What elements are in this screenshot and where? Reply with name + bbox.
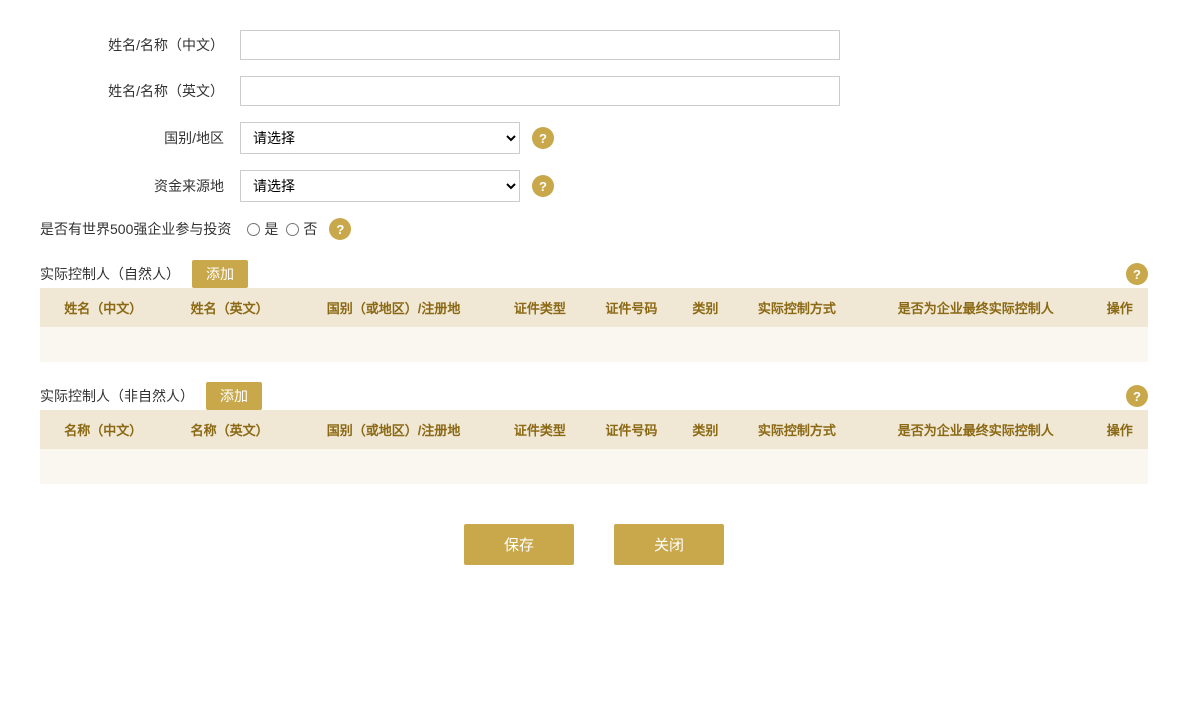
save-button[interactable]: 保存 (464, 524, 574, 565)
fortune500-yes-radio[interactable] (247, 223, 260, 236)
non-natural-person-empty-cell (40, 449, 1148, 484)
natural-person-add-button[interactable]: 添加 (192, 260, 248, 288)
np-col-action: 操作 (1091, 288, 1148, 327)
natural-person-header-left: 实际控制人（自然人） 添加 (40, 260, 248, 288)
nnp-col-country: 国别（或地区）/注册地 (293, 410, 494, 449)
country-field-wrapper: 请选择 ? (240, 122, 554, 154)
natural-person-help-icon[interactable]: ? (1126, 263, 1148, 285)
country-select[interactable]: 请选择 (240, 122, 520, 154)
name-en-input[interactable] (240, 76, 840, 106)
fortune500-row: 是否有世界500强企业参与投资 是 否 ? (40, 218, 1148, 240)
non-natural-person-table: 名称（中文） 名称（英文） 国别（或地区）/注册地 证件类型 证件号码 类别 实… (40, 410, 1148, 484)
np-col-name-en: 姓名（英文） (166, 288, 292, 327)
country-label: 国别/地区 (40, 128, 240, 148)
non-natural-person-header-row: 名称（中文） 名称（英文） 国别（或地区）/注册地 证件类型 证件号码 类别 实… (40, 410, 1148, 449)
non-natural-person-table-body (40, 449, 1148, 484)
natural-person-table: 姓名（中文） 姓名（英文） 国别（或地区）/注册地 证件类型 证件号码 类别 实… (40, 288, 1148, 362)
fortune500-label: 是否有世界500强企业参与投资 (40, 219, 247, 239)
country-help-icon[interactable]: ? (532, 127, 554, 149)
natural-person-empty-row (40, 327, 1148, 362)
nnp-col-action: 操作 (1091, 410, 1148, 449)
fund-source-field-wrapper: 请选择 ? (240, 170, 554, 202)
close-button[interactable]: 关闭 (614, 524, 724, 565)
fortune500-no-radio[interactable] (286, 223, 299, 236)
natural-person-label: 实际控制人（自然人） (40, 264, 180, 284)
np-col-country: 国别（或地区）/注册地 (293, 288, 494, 327)
np-col-is-final-controller: 是否为企业最终实际控制人 (860, 288, 1091, 327)
nnp-col-category: 类别 (677, 410, 734, 449)
np-col-cert-type: 证件类型 (494, 288, 585, 327)
name-cn-input[interactable] (240, 30, 840, 60)
nnp-col-name-cn: 名称（中文） (40, 410, 166, 449)
footer-buttons: 保存 关闭 (40, 524, 1148, 565)
nnp-col-cert-no: 证件号码 (586, 410, 677, 449)
fund-source-row: 资金来源地 请选择 ? (40, 170, 1148, 202)
nnp-col-cert-type: 证件类型 (494, 410, 585, 449)
np-col-name-cn: 姓名（中文） (40, 288, 166, 327)
natural-person-section: 实际控制人（自然人） 添加 ? 姓名（中文） 姓名（英文） 国别（或地区）/注册… (40, 260, 1148, 362)
name-cn-row: 姓名/名称（中文） (40, 30, 1148, 60)
fortune500-help-icon[interactable]: ? (329, 218, 351, 240)
np-col-category: 类别 (677, 288, 734, 327)
natural-person-header-row: 姓名（中文） 姓名（英文） 国别（或地区）/注册地 证件类型 证件号码 类别 实… (40, 288, 1148, 327)
natural-person-table-body (40, 327, 1148, 362)
np-col-control-method: 实际控制方式 (734, 288, 860, 327)
fortune500-no-text: 否 (303, 219, 317, 239)
fund-source-select[interactable]: 请选择 (240, 170, 520, 202)
non-natural-person-help-icon[interactable]: ? (1126, 385, 1148, 407)
fortune500-no-label[interactable]: 否 (286, 219, 317, 239)
country-row: 国别/地区 请选择 ? (40, 122, 1148, 154)
nnp-col-control-method: 实际控制方式 (734, 410, 860, 449)
non-natural-person-header-wrapper: 实际控制人（非自然人） 添加 ? (40, 382, 1148, 410)
fortune500-yes-text: 是 (264, 219, 278, 239)
non-natural-person-section: 实际控制人（非自然人） 添加 ? 名称（中文） 名称（英文） 国别（或地区）/注… (40, 382, 1148, 484)
fortune500-field-wrapper: 是 否 ? (247, 218, 351, 240)
name-en-row: 姓名/名称（英文） (40, 76, 1148, 106)
fund-source-help-icon[interactable]: ? (532, 175, 554, 197)
fund-source-label: 资金来源地 (40, 176, 240, 196)
natural-person-empty-cell (40, 327, 1148, 362)
non-natural-person-label: 实际控制人（非自然人） (40, 386, 194, 406)
non-natural-person-add-button[interactable]: 添加 (206, 382, 262, 410)
fortune500-yes-label[interactable]: 是 (247, 219, 278, 239)
non-natural-person-header-left: 实际控制人（非自然人） 添加 (40, 382, 262, 410)
non-natural-person-table-head: 名称（中文） 名称（英文） 国别（或地区）/注册地 证件类型 证件号码 类别 实… (40, 410, 1148, 449)
natural-person-header-wrapper: 实际控制人（自然人） 添加 ? (40, 260, 1148, 288)
name-cn-label: 姓名/名称（中文） (40, 35, 240, 55)
name-en-label: 姓名/名称（英文） (40, 81, 240, 101)
fortune500-radio-group: 是 否 (247, 219, 317, 239)
main-form: 姓名/名称（中文） 姓名/名称（英文） 国别/地区 请选择 ? 资金来源地 请选… (40, 30, 1148, 240)
nnp-col-name-en: 名称（英文） (166, 410, 292, 449)
non-natural-person-empty-row (40, 449, 1148, 484)
np-col-cert-no: 证件号码 (586, 288, 677, 327)
nnp-col-is-final-controller: 是否为企业最终实际控制人 (860, 410, 1091, 449)
natural-person-table-head: 姓名（中文） 姓名（英文） 国别（或地区）/注册地 证件类型 证件号码 类别 实… (40, 288, 1148, 327)
